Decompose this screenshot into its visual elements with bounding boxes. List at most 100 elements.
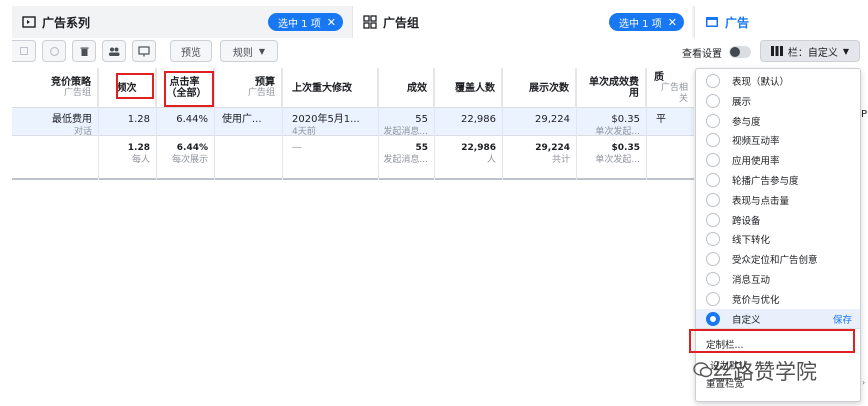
close-icon[interactable]: ✕ xyxy=(327,16,336,29)
column-preset-option[interactable]: 竞价与优化 xyxy=(696,289,860,309)
tab-campaigns[interactable]: 广告系列 选中 1 项 ✕ xyxy=(12,6,350,38)
duplicate-button[interactable] xyxy=(12,40,36,62)
radio-icon[interactable] xyxy=(706,173,720,187)
radio-icon[interactable] xyxy=(706,291,720,306)
column-divider xyxy=(576,68,577,180)
radio-icon[interactable] xyxy=(706,212,720,227)
preview-button[interactable]: 预览 xyxy=(170,40,212,62)
radio-icon[interactable] xyxy=(706,252,720,267)
cell-reach: 22,986 xyxy=(434,110,502,126)
cell-main: 55 xyxy=(415,143,428,153)
cell-main: 1.28 xyxy=(127,143,150,153)
column-preset-option[interactable]: 展示 xyxy=(696,91,860,111)
column-preset-option[interactable]: 消息互动 xyxy=(696,269,860,289)
tab-ads[interactable]: 广告 xyxy=(694,6,868,38)
total-ctr: 6.44% 每次展示 xyxy=(156,138,214,166)
cell-results: 55 发起消息... xyxy=(378,110,434,138)
column-divider xyxy=(98,68,99,180)
truncated-edge-text: P xyxy=(861,109,868,120)
preview-label: 预览 xyxy=(181,47,201,59)
col-header-bid-strategy[interactable]: 竞价策略 广告组 xyxy=(12,68,98,108)
option-label: 轮播广告参与度 xyxy=(732,176,799,187)
col-header-impressions[interactable]: 展示次数 xyxy=(502,68,576,108)
col-header-quality[interactable]: 质 广告相关 xyxy=(646,68,694,108)
column-preset-option[interactable]: 表现与点击量 xyxy=(696,190,860,210)
col-header-last-edit[interactable]: 上次重大修改 xyxy=(282,68,378,108)
column-divider xyxy=(646,68,647,180)
view-settings-toggle[interactable] xyxy=(729,46,751,58)
radio-icon[interactable] xyxy=(706,232,720,247)
col-header-cost-per-result[interactable]: 单次成效费用 xyxy=(576,68,646,108)
radio-icon[interactable] xyxy=(706,113,720,128)
column-preset-option[interactable]: 线下转化 xyxy=(696,229,860,249)
view-settings-label: 查看设置 xyxy=(682,49,722,60)
cell-main: $0.35 xyxy=(611,114,640,125)
header-sub: 广告相关 xyxy=(660,82,688,104)
refresh-button[interactable] xyxy=(42,40,66,62)
col-header-budget[interactable]: 预算 广告组 xyxy=(214,68,282,108)
header-label: 成效 xyxy=(407,82,427,94)
tab-campaigns-label: 广告系列 xyxy=(42,15,91,30)
radio-icon[interactable] xyxy=(706,153,720,168)
option-label: 自定义 xyxy=(732,314,761,326)
pill-label: 选中 1 项 xyxy=(278,18,321,30)
column-preset-option[interactable]: 视频互动率 xyxy=(696,130,860,150)
cell-main: 22,986 xyxy=(461,143,496,153)
cell-main: $0.35 xyxy=(611,143,640,153)
column-preset-option[interactable]: 应用使用率 xyxy=(696,150,860,170)
highlight-customize-columns xyxy=(689,329,855,353)
rules-button[interactable]: 规则 ▼ xyxy=(220,40,278,62)
header-label: 预算 xyxy=(255,77,275,88)
option-label: 消息互动 xyxy=(732,275,771,286)
cell-sub: 发起消息... xyxy=(383,127,428,137)
col-header-reach[interactable]: 覆盖人数 xyxy=(434,68,502,108)
total-impressions: 29,224 共计 xyxy=(502,138,576,166)
option-label: 参与度 xyxy=(732,116,761,128)
toolbar: 预览 规则 ▼ 查看设置 栏：自定义 ▼ xyxy=(12,40,868,66)
cell-main: 平 xyxy=(656,114,666,125)
column-preset-option[interactable]: 自定义 保存 xyxy=(696,308,860,329)
ab-test-button[interactable] xyxy=(132,40,156,62)
save-preset-link[interactable]: 保存 xyxy=(833,312,852,326)
audience-button[interactable] xyxy=(102,40,126,62)
option-label: 表现与点击量 xyxy=(732,195,790,207)
column-preset-option[interactable]: 轮播广告参与度 xyxy=(696,170,860,190)
radio-icon[interactable] xyxy=(706,74,720,88)
cell-main: 55 xyxy=(415,114,428,125)
total-reach: 22,986 人 xyxy=(434,138,502,166)
cell-impressions: 29,224 xyxy=(502,110,576,126)
option-label: 受众定位和广告创意 xyxy=(732,255,818,267)
cell-sub: 对话 xyxy=(73,127,92,137)
column-preset-option[interactable]: 跨设备 xyxy=(696,210,860,230)
column-preset-option[interactable]: 受众定位和广告创意 xyxy=(696,249,860,269)
scroll-right-arrow-icon[interactable]: › xyxy=(862,378,865,387)
columns-dropdown-button[interactable]: 栏：自定义 ▼ xyxy=(760,40,860,62)
header-label: 质 xyxy=(654,71,664,83)
campaign-selection-pill[interactable]: 选中 1 项 ✕ xyxy=(268,13,343,31)
test-icon xyxy=(138,45,150,56)
adset-selection-pill[interactable]: 选中 1 项 ✕ xyxy=(609,13,684,31)
cell-main: — xyxy=(292,142,302,153)
header-label: 竞价策略 xyxy=(51,77,91,88)
chevron-down-icon: ▼ xyxy=(842,46,850,56)
radio-selected-icon[interactable] xyxy=(706,311,720,326)
column-preset-option[interactable]: 表现（默认） xyxy=(696,71,860,91)
radio-icon[interactable] xyxy=(706,272,720,286)
column-divider xyxy=(214,68,215,180)
rules-label: 规则 xyxy=(232,47,253,59)
pill-label: 选中 1 项 xyxy=(619,18,662,30)
cell-sub: 发起消息... xyxy=(383,155,428,165)
watermark-text: 丝路赞学院 xyxy=(712,360,817,384)
radio-icon[interactable] xyxy=(706,192,720,207)
column-preset-option[interactable]: 参与度 xyxy=(696,111,860,131)
col-header-results[interactable]: 成效 xyxy=(378,68,434,108)
tab-adsets[interactable]: 广告组 选中 1 项 ✕ xyxy=(352,6,692,38)
close-icon[interactable]: ✕ xyxy=(668,16,677,29)
radio-icon[interactable] xyxy=(706,93,720,108)
total-results: 55 发起消息... xyxy=(378,138,434,166)
delete-button[interactable] xyxy=(72,40,96,62)
cell-main: 22,986 xyxy=(461,114,496,125)
radio-icon[interactable] xyxy=(706,133,720,148)
header-label: 覆盖人数 xyxy=(455,82,495,94)
option-label: 视频互动率 xyxy=(732,136,780,148)
